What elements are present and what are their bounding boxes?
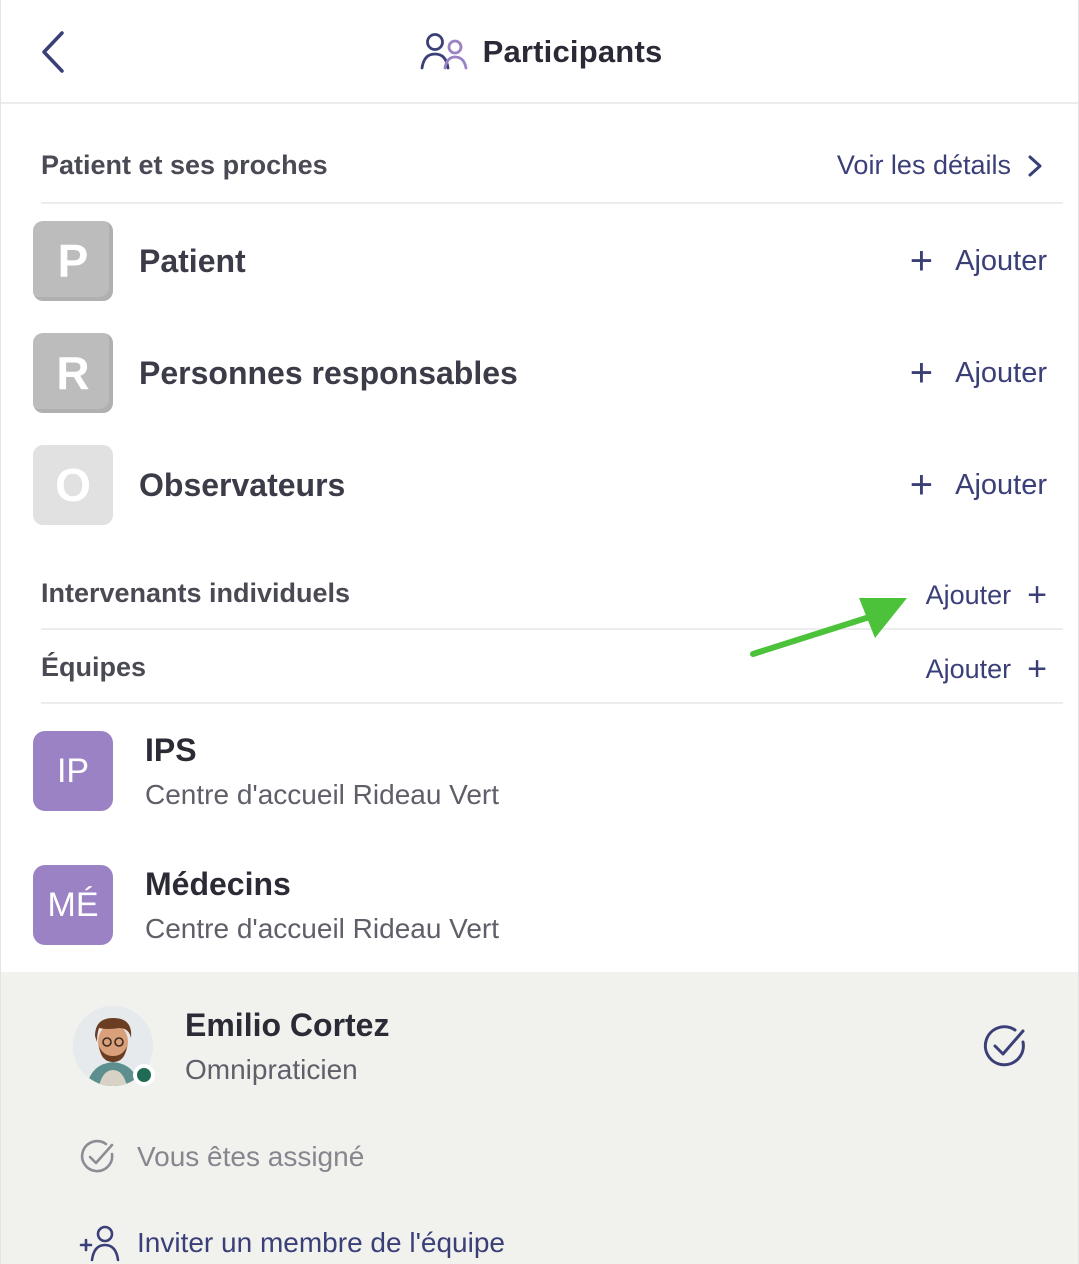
add-patient-button[interactable]: + Ajouter xyxy=(910,241,1047,281)
plus-icon: + xyxy=(909,239,934,283)
invite-label: Inviter un membre de l'équipe xyxy=(137,1227,505,1258)
add-responsible-button[interactable]: + Ajouter xyxy=(910,353,1047,393)
team-row-medecins[interactable]: MÉ Médecins Centre d'accueil Rideau Vert xyxy=(33,864,1033,946)
annotation-arrow-icon xyxy=(750,598,907,657)
assigned-indicator: Vous êtes assigné xyxy=(79,1138,364,1176)
add-label: Ajouter xyxy=(925,653,1012,684)
team-row-ips[interactable]: IP IPS Centre d'accueil Rideau Vert xyxy=(33,730,1033,812)
team-text: Médecins Centre d'accueil Rideau Vert xyxy=(145,866,499,945)
header-title-group: Participants xyxy=(1,28,1078,76)
member-text: Emilio Cortez Omnipraticien xyxy=(185,1007,981,1086)
plus-icon: + xyxy=(1027,576,1047,614)
section-label: Intervenants individuels xyxy=(41,578,351,608)
team-name: IPS xyxy=(145,731,197,768)
role-label: Patient xyxy=(139,242,246,279)
section-label: Patient et ses proches xyxy=(41,150,328,180)
section-label: Équipes xyxy=(41,652,147,682)
participants-icon xyxy=(420,33,467,70)
view-details-link[interactable]: Voir les détails xyxy=(837,150,1043,181)
plus-icon: + xyxy=(1027,650,1047,688)
invite-member-button[interactable]: Inviter un membre de l'équipe xyxy=(79,1224,505,1262)
patient-section-header: Patient et ses proches Voir les détails xyxy=(41,136,1063,204)
add-label: Ajouter xyxy=(955,468,1047,501)
role-label: Personnes responsables xyxy=(139,354,518,391)
team-member-panel: Emilio Cortez Omnipraticien Vous êtes as… xyxy=(1,972,1078,1264)
role-tile: R xyxy=(33,333,113,413)
avatar xyxy=(73,1006,155,1086)
header: Participants xyxy=(1,0,1078,104)
member-name: Emilio Cortez xyxy=(185,1006,390,1043)
chevron-right-icon xyxy=(1028,155,1042,176)
team-org: Centre d'accueil Rideau Vert xyxy=(145,778,499,810)
role-tile-letter: P xyxy=(57,235,89,287)
add-person-icon xyxy=(79,1225,120,1262)
role-label: Observateurs xyxy=(139,466,346,503)
participants-screen: Participants Patient et ses proches Voir… xyxy=(0,0,1079,1264)
role-row-patient: P Patient + Ajouter xyxy=(33,220,1047,302)
team-avatar: MÉ xyxy=(33,865,113,945)
role-tile: P xyxy=(33,221,113,301)
check-circle-icon[interactable] xyxy=(981,1022,1029,1070)
role-tile: O xyxy=(33,445,113,525)
add-team-button[interactable]: Ajouter + xyxy=(926,652,1047,686)
team-org: Centre d'accueil Rideau Vert xyxy=(145,912,499,944)
add-label: Ajouter xyxy=(955,244,1047,277)
add-individual-button[interactable]: Ajouter + xyxy=(926,578,1047,612)
assigned-label: Vous êtes assigné xyxy=(137,1141,365,1172)
add-label: Ajouter xyxy=(925,579,1012,610)
plus-icon: + xyxy=(909,351,934,395)
team-text: IPS Centre d'accueil Rideau Vert xyxy=(145,732,499,811)
plus-icon: + xyxy=(909,463,934,507)
online-status-dot xyxy=(133,1064,155,1086)
add-label: Ajouter xyxy=(955,356,1047,389)
view-details-label: Voir les détails xyxy=(836,150,1011,180)
role-tile-letter: R xyxy=(56,347,90,399)
role-row-responsible: R Personnes responsables + Ajouter xyxy=(33,332,1047,414)
member-role: Omnipraticien xyxy=(185,1053,358,1085)
check-circle-icon xyxy=(80,1139,114,1173)
team-avatar: IP xyxy=(33,731,113,811)
add-observer-button[interactable]: + Ajouter xyxy=(910,465,1047,505)
role-tile-letter: O xyxy=(55,459,91,511)
page-title: Participants xyxy=(482,34,663,69)
team-name: Médecins xyxy=(145,865,291,902)
role-row-observers: O Observateurs + Ajouter xyxy=(33,444,1047,526)
member-row[interactable]: Emilio Cortez Omnipraticien xyxy=(73,1004,1053,1088)
